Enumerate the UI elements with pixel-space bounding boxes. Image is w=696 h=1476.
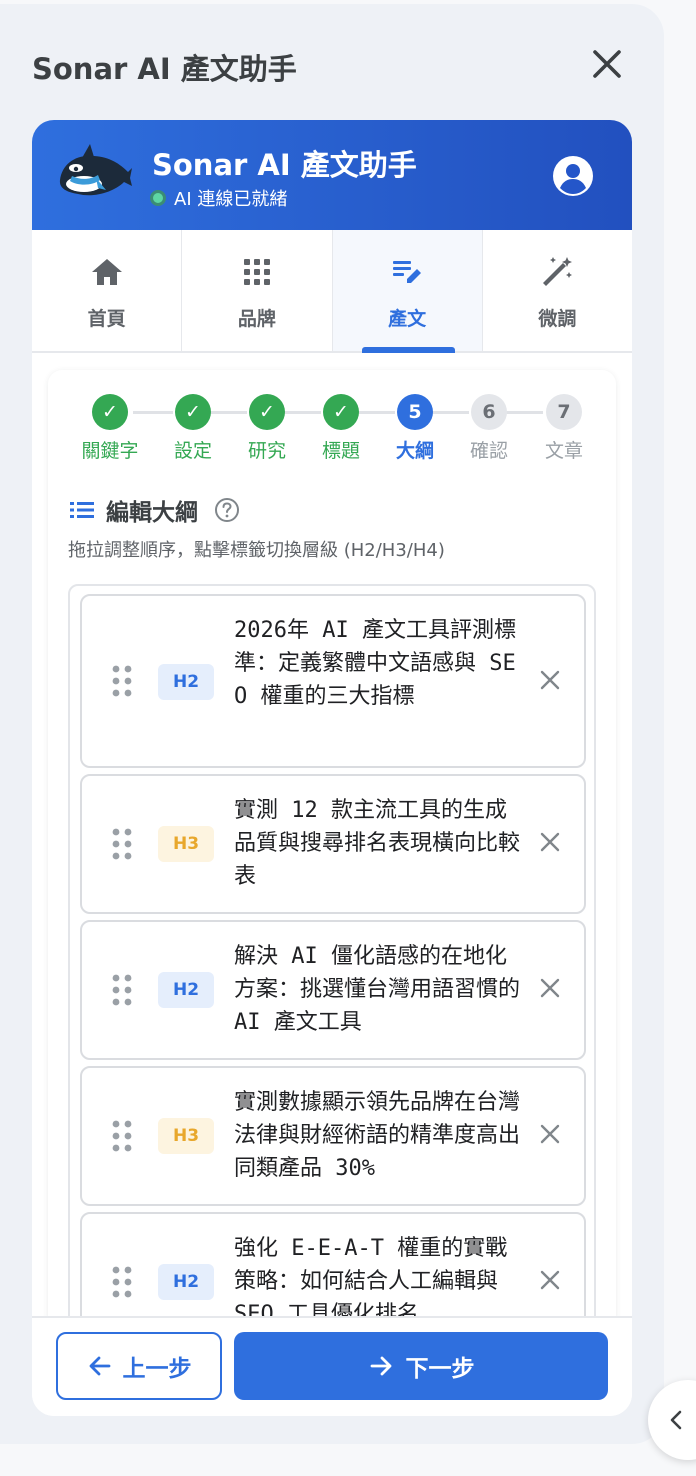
edit-note-icon [393, 261, 422, 283]
progress-stepper: ✓ 關鍵字 ✓ 設定 ✓ 研究 ✓ 標題 5 大綱 6 確認 7 文章 [48, 394, 616, 464]
check-icon: ✓ [249, 394, 285, 430]
account-circle-icon[interactable] [552, 155, 594, 197]
step-article: 7 文章 [529, 394, 599, 463]
outline-item[interactable]: H3 實測 12 款主流工具的生成品質與搜尋排名表現橫向比較表 [80, 774, 586, 914]
step-settings[interactable]: ✓ 設定 [158, 394, 228, 463]
help-icon[interactable] [214, 497, 240, 523]
step-number: 5 [397, 394, 433, 430]
next-step-label: 下一步 [405, 1356, 475, 1382]
drag-handle-icon[interactable] [110, 827, 134, 861]
section-title: 編輯大綱 [106, 500, 198, 526]
outline-list: H2 2026年 AI 產文工具評測標準：定義繁體中文語感與 SEO 權重的三大… [68, 584, 596, 1330]
previous-step-label: 上一步 [122, 1356, 192, 1382]
main-tabs: 首頁 品牌 產文 微調 [32, 230, 632, 353]
assistant-card: Sonar AI 產文助手 AI 連線已就緒 首頁 品牌 產文 微調 ✓ 關鍵字… [32, 120, 632, 1416]
outline-item-text[interactable]: 解決 AI 僵化語感的在地化方案：挑選懂台灣用語習慣的 AI 產文工具 [234, 940, 524, 1039]
tab-label: 微調 [538, 308, 577, 330]
step-label: 關鍵字 [81, 440, 139, 462]
tab-label: 品牌 [237, 308, 276, 330]
drag-handle-icon[interactable] [110, 664, 134, 698]
magic-wand-icon [543, 257, 573, 286]
step-label: 設定 [173, 440, 212, 462]
step-number: 7 [546, 394, 582, 430]
remove-icon[interactable] [538, 976, 562, 1000]
drag-handle-icon[interactable] [110, 1119, 134, 1153]
outline-section-header: 編輯大綱 [68, 494, 240, 526]
panel-header: Sonar AI 產文助手 [32, 40, 632, 88]
outline-item-text[interactable]: 2026年 AI 產文工具評測標準：定義繁體中文語感與 SEO 權重的三大指標 [234, 614, 524, 713]
heading-level-badge[interactable]: H3 [158, 826, 214, 862]
remove-icon[interactable] [538, 830, 562, 854]
outline-step-content: ✓ 關鍵字 ✓ 設定 ✓ 研究 ✓ 標題 5 大綱 6 確認 7 文章 編輯大綱… [48, 370, 616, 1330]
step-label: 確認 [469, 440, 508, 462]
outline-item[interactable]: H2 解決 AI 僵化語感的在地化方案：挑選懂台灣用語習慣的 AI 產文工具 [80, 920, 586, 1060]
outline-item[interactable]: H2 2026年 AI 產文工具評測標準：定義繁體中文語感與 SEO 權重的三大… [80, 594, 586, 768]
section-subtitle: 拖拉調整順序，點擊標籤切換層級 (H2/H3/H4) [68, 540, 445, 561]
step-label: 文章 [544, 440, 583, 462]
remove-icon[interactable] [538, 1122, 562, 1146]
tab-label: 產文 [388, 308, 427, 330]
status-text: AI 連線已就緒 [174, 189, 288, 210]
assistant-panel: Sonar AI 產文助手 Sonar AI 產文助手 AI 連線已就緒 首頁 … [0, 4, 664, 1444]
tab-finetune[interactable]: 微調 [483, 230, 632, 351]
previous-step-button[interactable]: 上一步 [56, 1332, 222, 1400]
heading-level-badge[interactable]: H2 [158, 1264, 214, 1300]
check-icon: ✓ [175, 394, 211, 430]
grid-icon [243, 259, 270, 285]
check-icon: ✓ [323, 394, 359, 430]
brand-header: Sonar AI 產文助手 AI 連線已就緒 [32, 120, 632, 230]
drag-handle-icon[interactable] [110, 1265, 134, 1299]
outline-item[interactable]: H2 強化 E-E-A-T 權重的實戰策略：如何結合人工編輯與 SEO 工具優化… [80, 1212, 586, 1330]
outline-item-text[interactable]: 實測數據顯示領先品牌在台灣法律與財經術語的精準度高出同類產品 30% [234, 1086, 524, 1185]
step-keyword[interactable]: ✓ 關鍵字 [75, 394, 145, 463]
check-icon: ✓ [92, 394, 128, 430]
chevron-left-icon [670, 1410, 682, 1430]
heading-level-badge[interactable]: H3 [158, 1118, 214, 1154]
step-title[interactable]: ✓ 標題 [306, 394, 376, 463]
arrow-left-icon [89, 1356, 110, 1376]
wizard-footer: 上一步 下一步 [32, 1316, 632, 1416]
next-step-button[interactable]: 下一步 [234, 1332, 608, 1400]
list-icon [70, 502, 94, 518]
step-number: 6 [471, 394, 507, 430]
tab-brand[interactable]: 品牌 [182, 230, 333, 351]
active-tab-indicator [361, 347, 455, 353]
tab-label: 首頁 [87, 308, 126, 330]
outline-item[interactable]: H3 實測數據顯示領先品牌在台灣法律與財經術語的精準度高出同類產品 30% [80, 1066, 586, 1206]
heading-level-badge[interactable]: H2 [158, 972, 214, 1008]
step-confirm: 6 確認 [454, 394, 524, 463]
step-label: 標題 [321, 440, 360, 462]
step-label: 大綱 [395, 440, 434, 462]
connection-status: AI 連線已就緒 [150, 186, 287, 210]
remove-icon[interactable] [538, 1268, 562, 1292]
arrow-right-icon [370, 1356, 391, 1376]
step-label: 研究 [247, 440, 286, 462]
tab-generate[interactable]: 產文 [332, 230, 483, 353]
remove-icon[interactable] [538, 668, 562, 692]
orca-mascot-icon [54, 142, 134, 204]
close-icon[interactable] [587, 44, 627, 84]
drag-handle-icon[interactable] [110, 973, 134, 1007]
heading-level-badge[interactable]: H2 [158, 664, 214, 700]
brand-title: Sonar AI 產文助手 [152, 148, 417, 182]
status-dot-icon [150, 190, 166, 206]
panel-title: Sonar AI 產文助手 [32, 52, 297, 86]
home-icon [91, 259, 122, 285]
outline-item-text[interactable]: 實測 12 款主流工具的生成品質與搜尋排名表現橫向比較表 [234, 794, 524, 893]
step-outline[interactable]: 5 大綱 [380, 394, 450, 463]
tab-home[interactable]: 首頁 [32, 230, 183, 351]
step-research[interactable]: ✓ 研究 [232, 394, 302, 463]
